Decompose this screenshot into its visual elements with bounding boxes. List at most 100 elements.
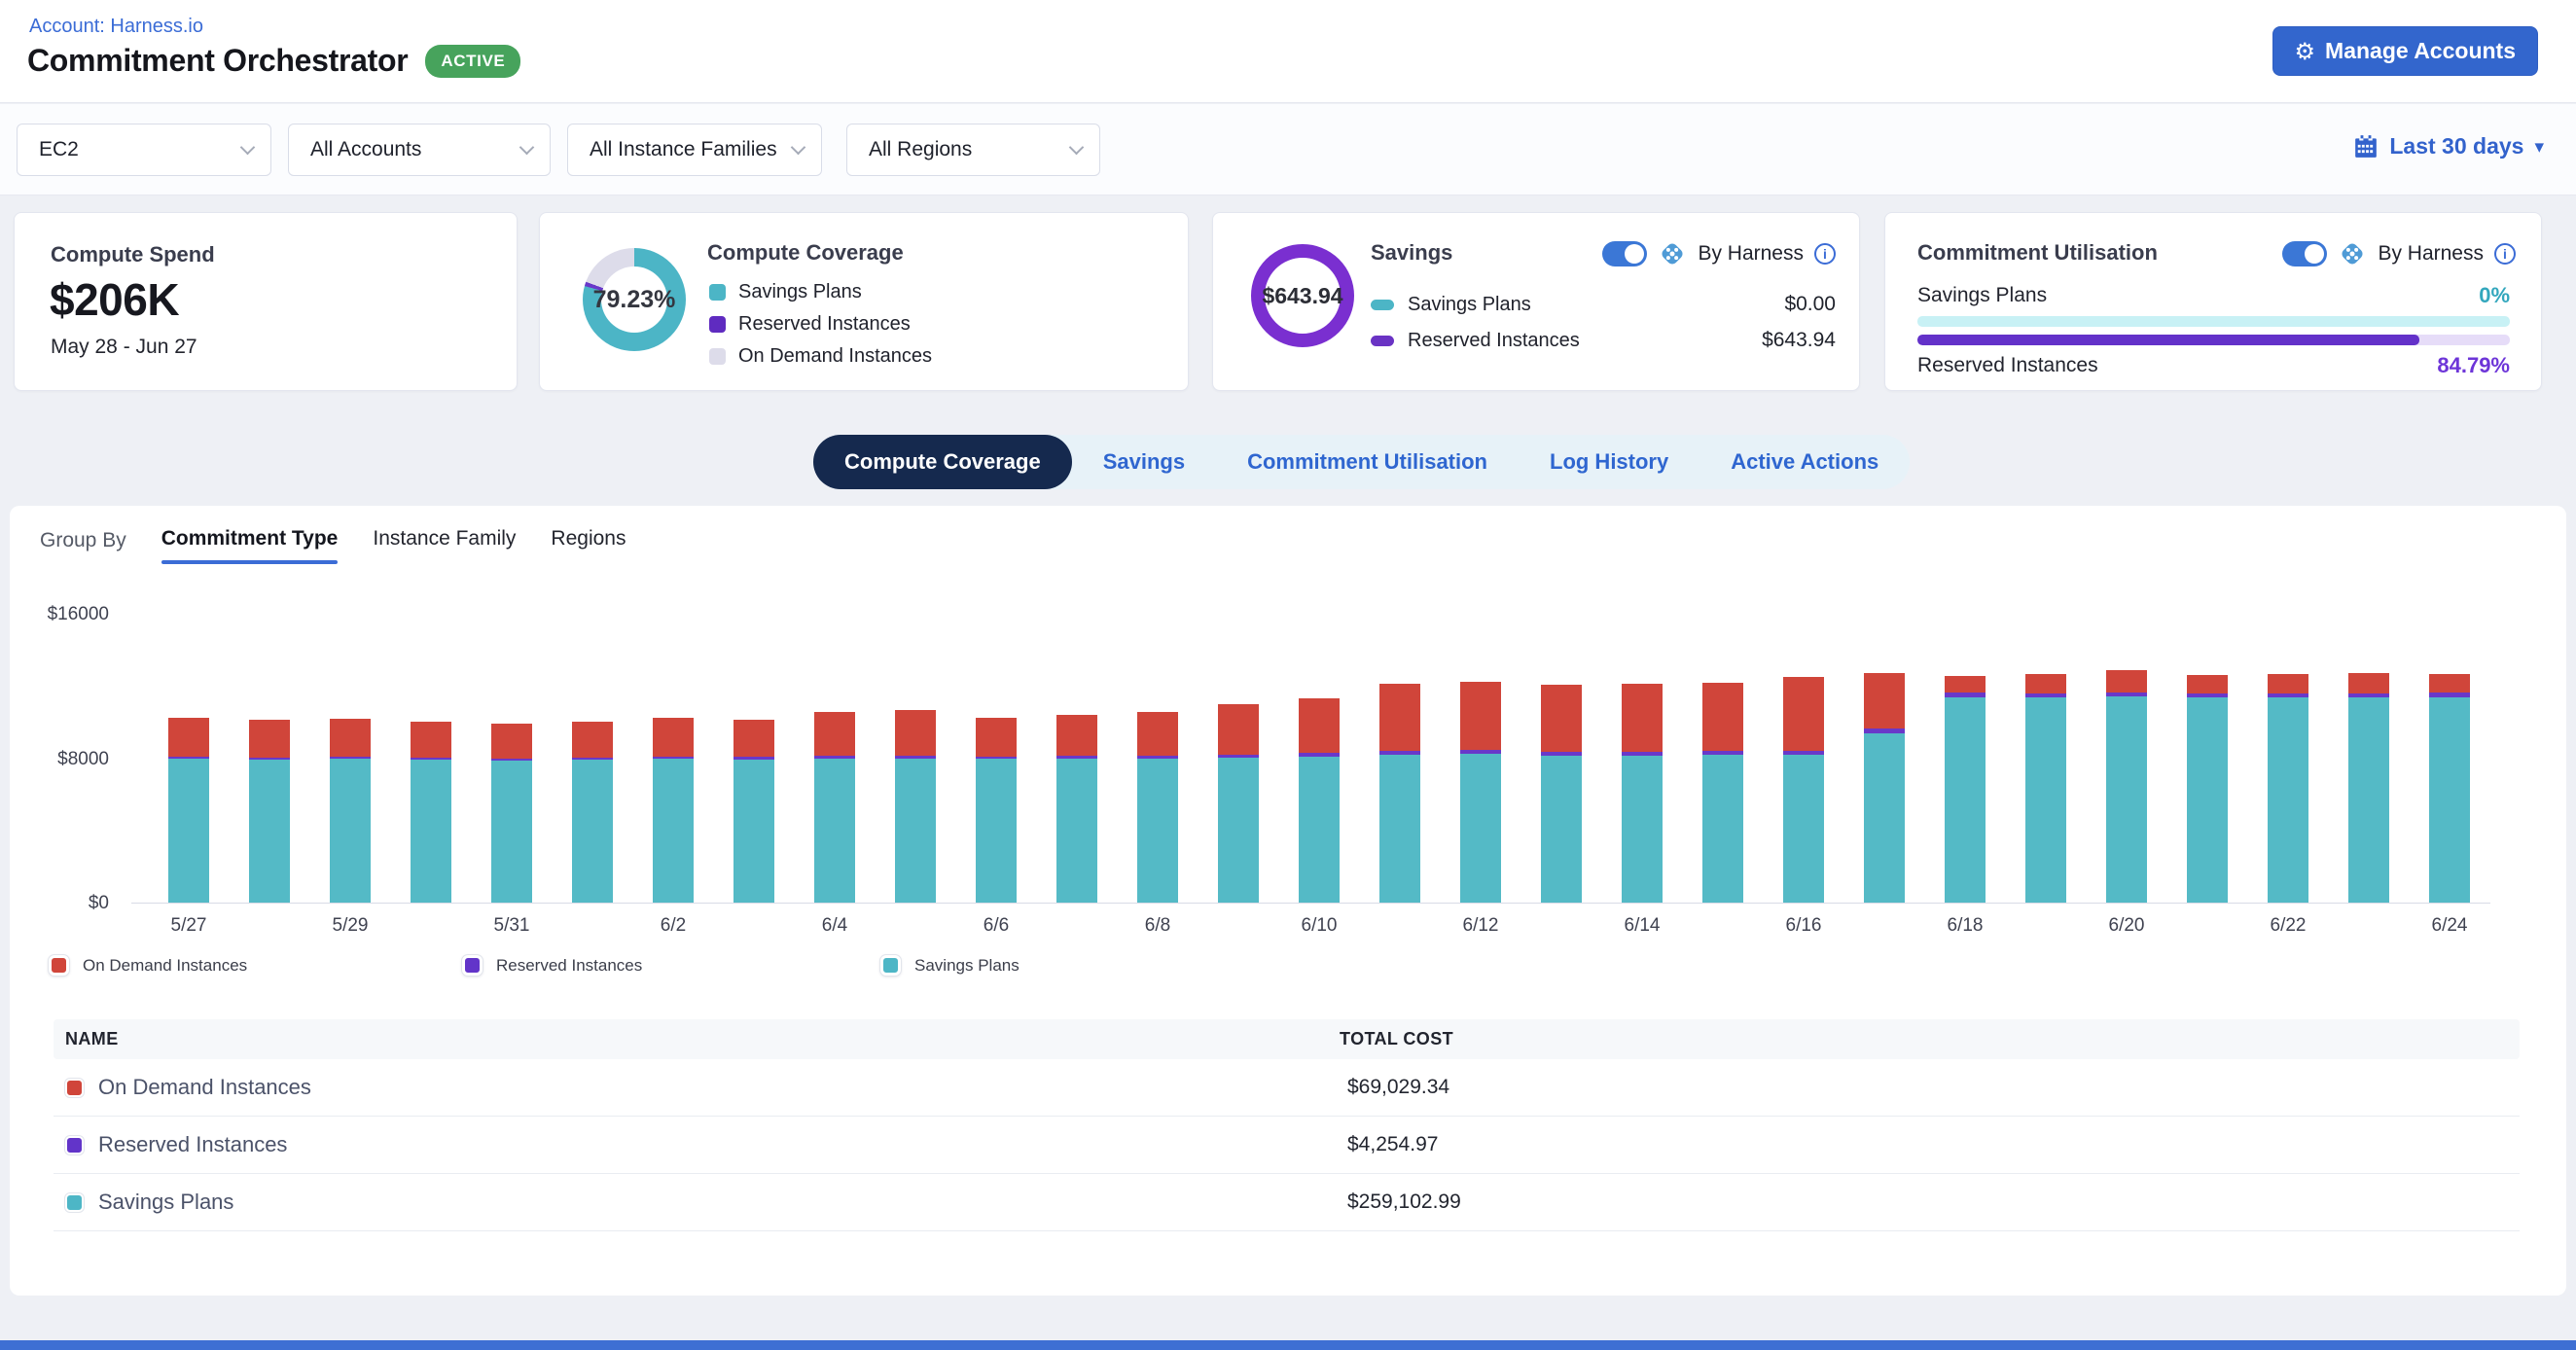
compute-coverage-chart: $0$8000$160005/275/295/316/26/46/66/86/1… [10,595,2566,955]
x-axis-tick: 6/22 [2247,915,2329,937]
bar-6-20 [2106,670,2147,903]
table-row-reserved-instances[interactable]: Reserved Instances$4,254.97 [54,1117,2520,1174]
bar-segment-on-demand-instances [2268,674,2308,693]
bar-segment-reserved-instances [168,757,209,759]
legend-label: Savings Plans [738,281,862,303]
info-icon[interactable]: i [1814,243,1836,265]
chart-legend-item-savings-plans[interactable]: Savings Plans [880,955,1020,976]
bar-segment-reserved-instances [1056,756,1097,759]
table-header: NAME TOTAL COST [54,1019,2520,1059]
compute-spend-title: Compute Spend [51,242,215,267]
savings-ring-chart: $643.94 [1251,244,1354,347]
chevron-down-icon [1069,140,1085,156]
tab-compute-coverage[interactable]: Compute Coverage [813,435,1072,489]
page-title: Commitment Orchestrator [27,43,408,79]
manage-accounts-label: Manage Accounts [2325,38,2516,64]
column-header-name: NAME [54,1029,119,1049]
bar-segment-on-demand-instances [976,718,1017,757]
tab-active-actions[interactable]: Active Actions [1699,435,1910,489]
x-axis-tick: 6/4 [794,915,876,937]
tab-commitment-utilisation[interactable]: Commitment Utilisation [1216,435,1519,489]
info-icon[interactable]: i [2494,243,2516,265]
bar-6-15 [1702,683,1743,903]
table-row-savings-plans[interactable]: Savings Plans$259,102.99 [54,1174,2520,1231]
bar-6-9 [1218,704,1259,903]
bar-segment-on-demand-instances [1622,684,1663,752]
bar-segment-savings-plans [1541,756,1582,903]
x-axis-tick: 5/31 [471,915,553,937]
bar-segment-on-demand-instances [1379,684,1420,750]
coverage-donut-chart: 79.23% [583,248,686,351]
bar-segment-reserved-instances [814,756,855,759]
bar-segment-on-demand-instances [1864,673,1905,728]
bar-segment-reserved-instances [491,759,532,761]
utilisation-bars: Savings Plans0%Reserved Instances84.79% [1917,283,2510,386]
x-axis-tick: 6/12 [1440,915,1521,937]
bar-segment-savings-plans [1460,754,1501,903]
chart-legend-item-on-demand-instances[interactable]: On Demand Instances [49,955,247,976]
bar-segment-savings-plans [814,759,855,903]
bar-segment-on-demand-instances [895,710,936,756]
calendar-icon [2353,134,2379,160]
bar-segment-on-demand-instances [2025,674,2066,693]
account-breadcrumb-link[interactable]: Account: Harness.io [29,16,203,38]
accounts-dropdown-value: All Accounts [310,138,421,161]
coverage-legend-item: On Demand Instances [709,345,932,368]
utilisation-label-row-reserved-instances: Reserved Instances84.79% [1917,353,2510,378]
bar-segment-savings-plans [1379,755,1420,903]
savings-plans-swatch [65,1193,84,1212]
harness-logo-icon [1658,239,1687,268]
group-by-option-instance-family[interactable]: Instance Family [373,527,516,564]
bar-segment-savings-plans [2025,697,2066,903]
bar-6-3 [733,720,774,903]
bar-6-7 [1056,715,1097,903]
coverage-legend-item: Reserved Instances [709,313,932,336]
tab-log-history[interactable]: Log History [1519,435,1699,489]
bar-segment-savings-plans [1056,759,1097,903]
x-axis-tick: 6/18 [1924,915,2006,937]
regions-dropdown[interactable]: All Regions [846,124,1100,176]
savings-card: $643.94 Savings By Harness i Savings Pla… [1212,212,1860,391]
bar-segment-savings-plans [2268,697,2308,903]
bar-6-24 [2429,674,2470,903]
bar-segment-reserved-instances [2268,693,2308,698]
bar-6-10 [1299,698,1340,903]
instance-families-dropdown[interactable]: All Instance Families [567,124,822,176]
bar-segment-on-demand-instances [814,712,855,756]
group-by-option-regions[interactable]: Regions [551,527,626,564]
legend-swatch-savings-plans [1371,300,1394,310]
bar-segment-savings-plans [1622,756,1663,903]
accounts-dropdown[interactable]: All Accounts [288,124,551,176]
group-by-label: Group By [40,527,126,552]
harness-logo-icon [2338,239,2367,268]
savings-breakdown: Savings Plans$0.00Reserved Instances$643… [1371,293,1836,365]
chart-legend-item-reserved-instances[interactable]: Reserved Instances [462,955,642,976]
chart-legend-label: Reserved Instances [496,956,642,976]
utilisation-progress-fill [1917,335,2419,345]
chart-legend: On Demand Instances Reserved Instances Sav… [10,955,2566,984]
bar-6-19 [2025,674,2066,903]
bar-6-2 [653,718,694,903]
bar-segment-on-demand-instances [2429,674,2470,693]
coverage-legend: Savings Plans Reserved Instances On Demand… [709,281,932,377]
manage-accounts-button[interactable]: ⚙ Manage Accounts [2272,26,2538,76]
commitment-utilisation-card: Commitment Utilisation By Harness i Savi… [1884,212,2542,391]
group-by-option-commitment-type[interactable]: Commitment Type [161,527,339,564]
utilisation-by-harness-toggle[interactable] [2282,241,2327,266]
bar-6-23 [2348,673,2389,903]
service-dropdown[interactable]: EC2 [17,124,271,176]
coverage-percent: 79.23% [593,286,676,314]
bar-segment-reserved-instances [1702,751,1743,755]
bar-segment-on-demand-instances [733,720,774,758]
tab-savings[interactable]: Savings [1072,435,1216,489]
bar-segment-savings-plans [976,759,1017,903]
bar-segment-reserved-instances [1622,752,1663,756]
savings-row-label: Reserved Instances [1408,330,1580,352]
savings-by-harness-toggle[interactable] [1602,241,1647,266]
table-row-on-demand-instances[interactable]: On Demand Instances$69,029.34 [54,1059,2520,1117]
compute-coverage-card: 79.23% Compute Coverage Savings PlansRes… [539,212,1189,391]
bar-segment-on-demand-instances [2348,673,2389,693]
bar-segment-on-demand-instances [572,722,613,758]
coverage-table: NAME TOTAL COST On Demand Instances$69,0… [54,1019,2520,1231]
date-range-selector[interactable]: Last 30 days ▾ [2353,133,2544,160]
